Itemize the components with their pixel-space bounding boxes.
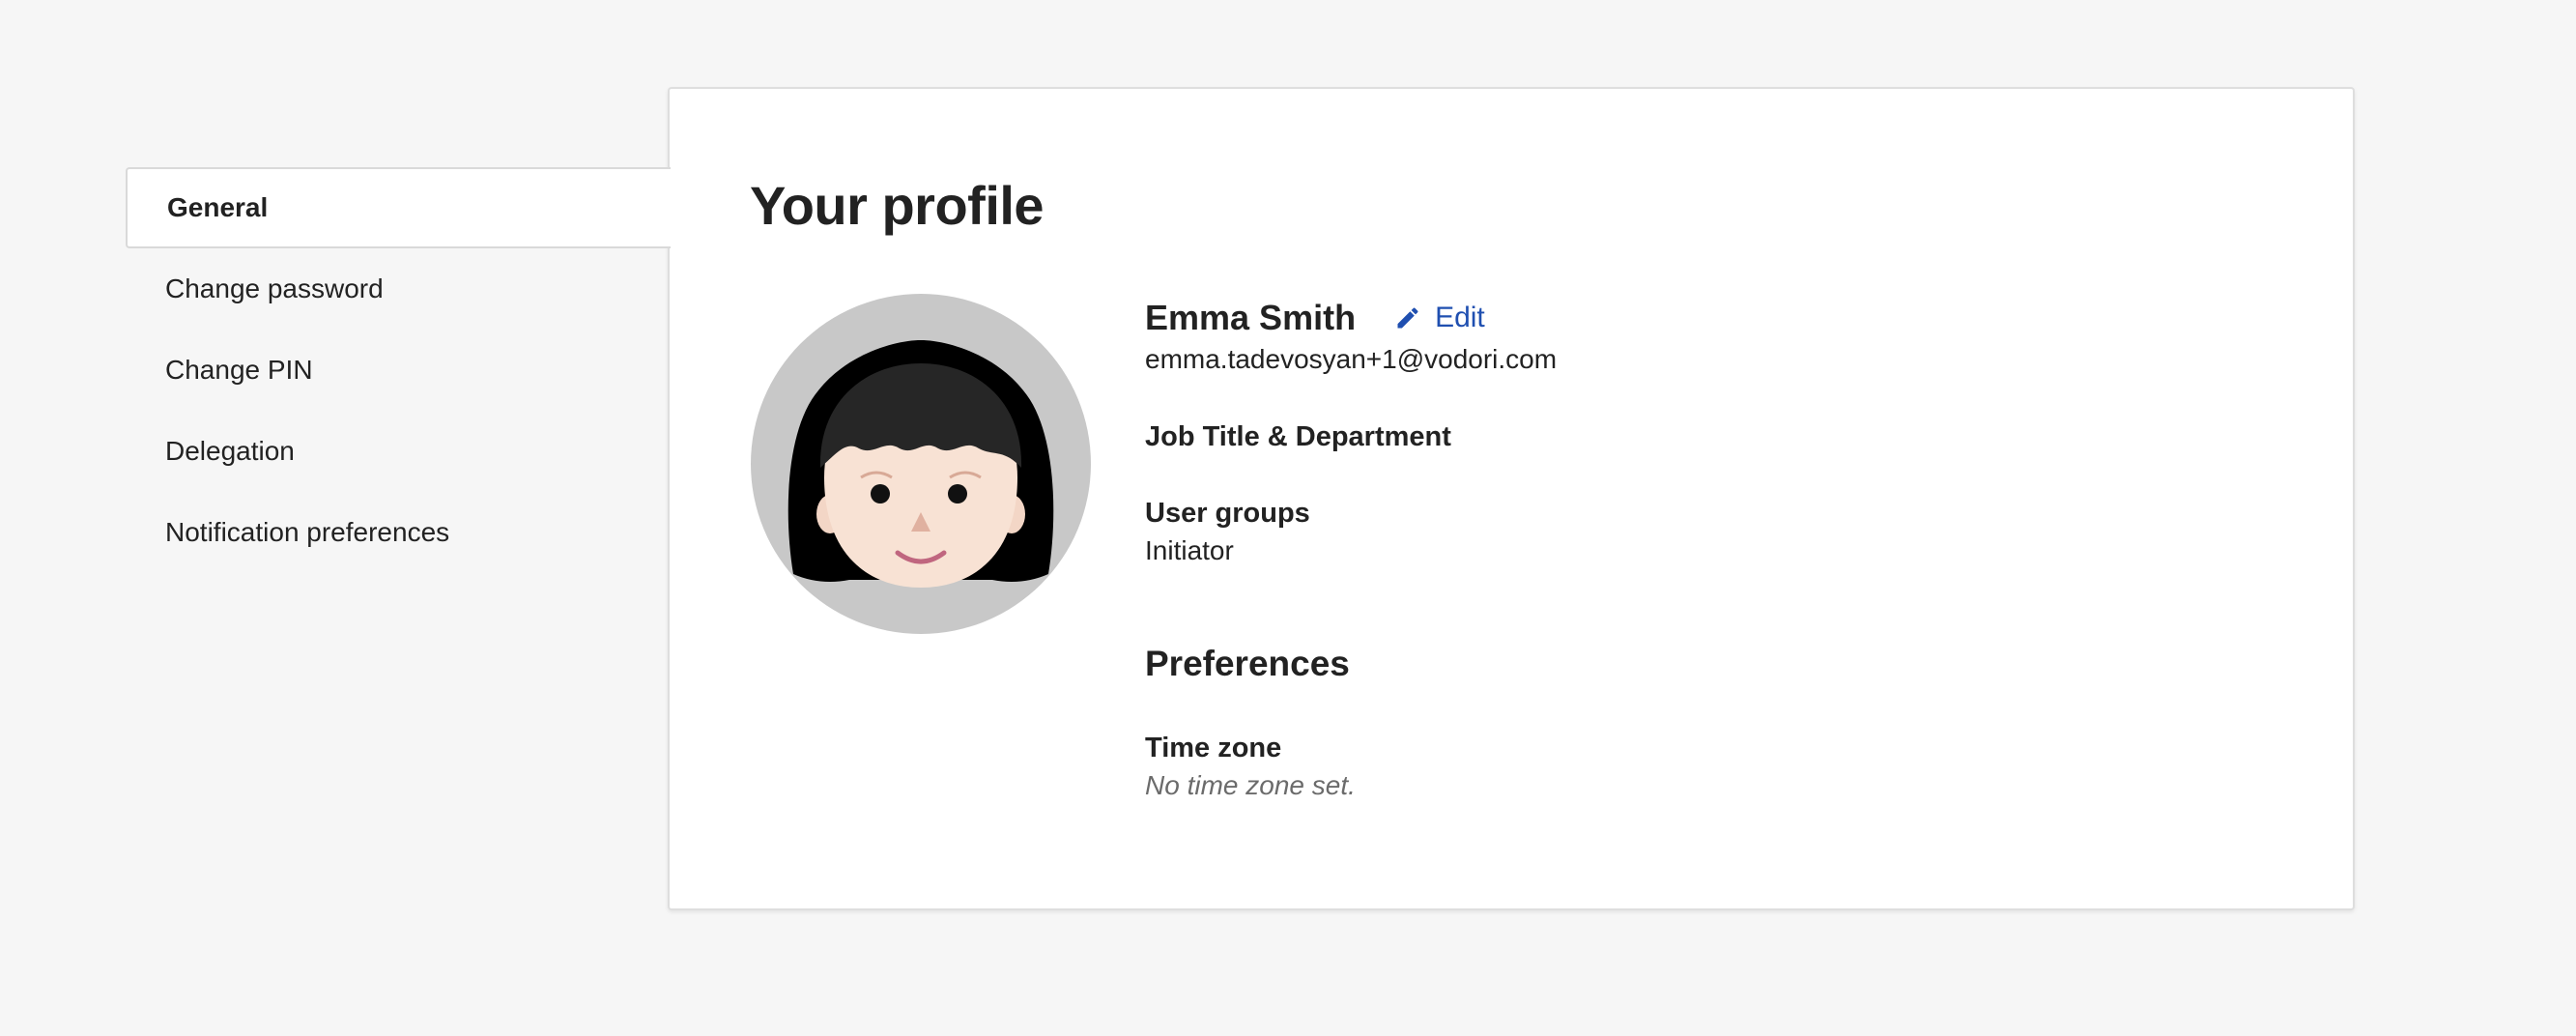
sidebar-item-change-password[interactable]: Change password xyxy=(126,248,667,330)
job-title-label: Job Title & Department xyxy=(1145,421,1451,452)
name-row: Emma Smith Edit xyxy=(1145,296,2208,340)
pencil-icon xyxy=(1397,307,1418,329)
sidebar-item-label: General xyxy=(167,192,269,222)
time-zone-value: No time zone set. xyxy=(1145,770,1356,800)
edit-label: Edit xyxy=(1435,302,1485,333)
avatar-illustration xyxy=(751,294,1091,634)
user-groups-label: User groups xyxy=(1145,498,1310,529)
sidebar-item-delegation[interactable]: Delegation xyxy=(126,411,667,492)
profile-info: Emma Smith Edit emma.tadevosyan+1@vodori… xyxy=(1145,296,2208,801)
page-title: Your profile xyxy=(750,175,1045,236)
sidebar-item-label: Delegation xyxy=(165,436,295,466)
time-zone-label: Time zone xyxy=(1145,733,1282,763)
preferences-heading: Preferences xyxy=(1145,644,1350,683)
sidebar-item-label: Change password xyxy=(165,273,384,303)
sidebar-item-change-pin[interactable]: Change PIN xyxy=(126,330,667,411)
sidebar-item-label: Change PIN xyxy=(165,355,313,385)
sidebar-item-label: Notification preferences xyxy=(165,517,450,547)
profile-panel: Your profile Emma Smith Edit emma.tadevo… xyxy=(668,87,2355,910)
avatar xyxy=(751,294,1091,634)
sidebar-item-notification-preferences[interactable]: Notification preferences xyxy=(126,492,667,573)
user-email: emma.tadevosyan+1@vodori.com xyxy=(1145,344,1558,374)
user-name: Emma Smith xyxy=(1145,298,1357,337)
settings-sidebar: General Change password Change PIN Deleg… xyxy=(126,167,671,573)
edit-profile-button[interactable]: Edit xyxy=(1394,302,1485,334)
user-groups-value: Initiator xyxy=(1145,535,1234,565)
sidebar-item-general[interactable]: General xyxy=(126,167,671,248)
